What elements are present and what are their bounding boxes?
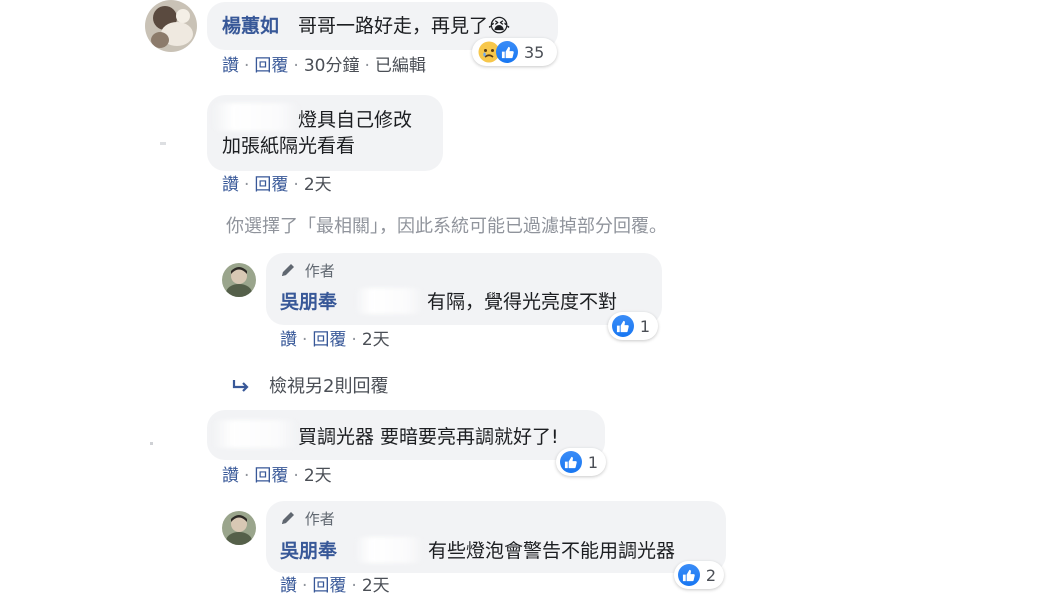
comment-text: 燈具自己修改 [298,109,413,131]
reply-author[interactable]: 吳朋奉 [280,540,337,562]
author-tag: 作者 [280,510,335,528]
reaction-count: 2 [705,565,716,585]
reaction-badge[interactable]: 2 [674,561,724,589]
reaction-badge[interactable]: 35 [472,38,557,66]
reaction-count: 35 [524,42,545,62]
like-icon [678,564,700,586]
reply-link[interactable]: 回覆 [312,576,346,596]
author-badge-label: 作者 [304,262,335,280]
timestamp[interactable]: 2天 [362,576,390,596]
avatar [160,142,166,145]
like-link[interactable]: 讚 [222,175,239,195]
like-icon [560,451,582,473]
reaction-count: 1 [639,316,650,336]
pencil-icon [282,264,294,276]
comment-author[interactable]: 楊蕙如 [222,15,279,37]
filter-notice: 你選擇了「最相關」，因此系統可能已過濾掉部分回覆。 [226,216,667,237]
avatar[interactable] [222,263,256,297]
timestamp[interactable]: 2天 [304,175,332,195]
like-link[interactable]: 讚 [280,576,297,596]
timestamp[interactable]: 2天 [362,330,390,350]
reaction-badge[interactable]: 1 [556,448,606,476]
comment-actions: 讚 · 回覆 · 30分鐘 · 已編輯 [222,56,426,76]
like-icon [612,315,634,337]
reply-link[interactable]: 回覆 [254,175,288,195]
reply-actions: 讚 · 回覆 · 2天 [280,330,390,350]
like-icon [496,41,518,63]
reply-text: 有些燈泡會警告不能用調光器 [428,540,676,562]
reaction-count: 1 [587,452,598,472]
avatar[interactable] [145,0,197,52]
like-link[interactable]: 讚 [222,466,239,486]
comment-text: 加張紙隔光看看 [222,135,356,157]
comment-actions: 讚 · 回覆 · 2天 [222,175,332,195]
like-link[interactable]: 讚 [222,56,239,76]
pencil-icon [282,512,294,524]
reaction-badge[interactable]: 1 [608,312,658,340]
reply-link[interactable]: 回覆 [254,56,288,76]
comment-actions: 讚 · 回覆 · 2天 [222,466,332,486]
reply-bubble [266,501,726,573]
timestamp[interactable]: 2天 [304,466,332,486]
comment-text: 哥哥一路好走，再見了😭 [298,15,511,37]
timestamp[interactable]: 30分鐘 [304,56,360,76]
redacted-name [355,288,423,314]
author-badge-label: 作者 [304,510,335,528]
reply-link[interactable]: 回覆 [312,330,346,350]
avatar [150,442,153,445]
redacted-name [213,103,299,131]
redacted-name [355,537,423,563]
reply-link[interactable]: 回覆 [254,466,288,486]
reply-arrow-icon[interactable] [232,378,252,394]
avatar[interactable] [222,511,256,545]
view-more-replies-link[interactable]: 檢視另2則回覆 [269,376,388,398]
comment-text: 買調光器 要暗要亮再調就好了! [298,426,559,448]
redacted-name [213,420,297,448]
author-tag: 作者 [280,262,335,280]
reply-actions: 讚 · 回覆 · 2天 [280,576,390,596]
reply-author[interactable]: 吳朋奉 [280,291,337,313]
reply-text: 有隔，覺得光亮度不對 [427,291,618,313]
edited-label[interactable]: 已編輯 [375,56,426,76]
like-link[interactable]: 讚 [280,330,297,350]
